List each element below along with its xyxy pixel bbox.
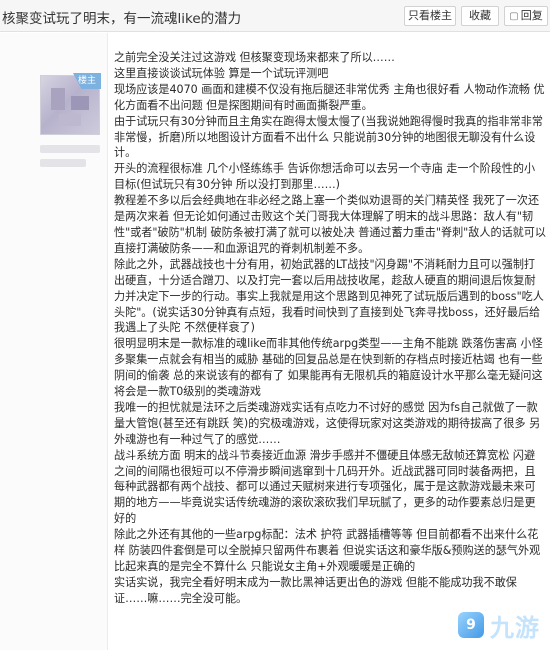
post-paragraph: 教程差不多以后会经典地在非必经之路上塞一个类似劝退哥的关门精英怪 我死了一次还是… [114, 194, 546, 255]
avatar-pixel [51, 88, 65, 110]
post-paragraph: 现场应该是4070 画面和建模不仅没有拖后腿还非常优秀 主角也很好看 人物动作流… [114, 82, 545, 112]
post-content: 之前完全没关注过这游戏 但核聚变现场来都来了所以…… 这里直接谈谈试玩体验 算是… [114, 50, 546, 642]
user-level-placeholder [40, 159, 86, 167]
avatar-pixel [59, 114, 81, 126]
site-watermark: 9 九游 [440, 608, 540, 642]
jiuyou-logo-icon: 9 [458, 612, 484, 638]
reply-label: 回复 [520, 9, 543, 22]
reply-button[interactable]: ▢ 回复 [504, 6, 548, 26]
username-placeholder [40, 145, 100, 153]
post-title: 核聚变试玩了明末，有一流魂like的潜力 [2, 11, 242, 27]
post-paragraph: 我唯一的担忧就是法环之后类魂游戏实话有点吃力不讨好的感觉 因为fs自己就做了一款… [114, 400, 541, 446]
favorite-button[interactable]: 收藏 [461, 6, 499, 26]
author-column: 楼主 [0, 33, 108, 650]
post-paragraph: 开头的流程很标准 几个小怪练练手 告诉你想活命可以去另一个寺庙 走一个阶段性的小… [114, 162, 536, 192]
post-paragraph: 除此之外，武器战技也十分有用，初始武器的LT战技"闪身踢"不消耗耐力且可以强制打… [114, 257, 544, 335]
post-paragraph: 很明显明末是一款标准的魂like而非其他传统arpg类型——主角不能跳 跌落伤害… [114, 337, 543, 399]
speech-bubble-icon: ▢ [509, 11, 519, 22]
post-paragraph: 实话实说，我完全看好明末成为一款比黑神话更出色的游戏 但能不能成功我不敢保证……… [114, 575, 517, 605]
only-op-button[interactable]: 只看楼主 [404, 6, 456, 26]
post-paragraph: 战斗系统方面 明末的战斗节奏接近血源 滑步手感并不僵硬且体感无敌帧还算宽松 闪避… [114, 448, 536, 526]
avatar-pixel [71, 96, 89, 110]
watermark-text: 九游 [490, 613, 540, 642]
post-paragraph: 这里直接谈谈试玩体验 算是一个试玩评测吧 [114, 66, 329, 80]
post-title-bar: 核聚变试玩了明末，有一流魂like的潜力 只看楼主 收藏 ▢ 回复 [0, 0, 550, 32]
post-paragraph: 由于试玩只有30分钟而且主角实在跑得太慢太慢了(当我说她跑得慢时我真的指非常非常… [114, 114, 543, 160]
post-paragraph: 之前完全没关注过这游戏 但核聚变现场来都来了所以…… [114, 51, 395, 64]
post-paragraph: 除此之外还有其他的一些arpg标配：法术 护符 武器插槽等等 但目前都看不出来什… [114, 528, 541, 573]
